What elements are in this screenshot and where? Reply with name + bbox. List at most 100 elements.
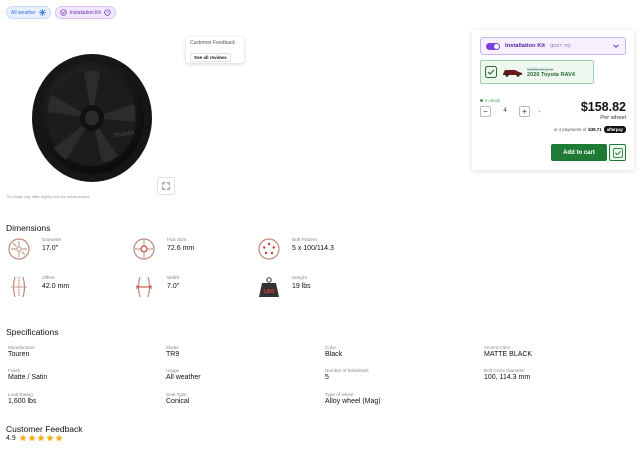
dimension-bolt-pattern: Bolt Pattern 5 x 100/114.3: [258, 238, 334, 260]
dimension-label: Hub Size: [167, 238, 187, 243]
dimension-hub-size: Hub Size 72.6 mm: [133, 238, 194, 260]
spec-load-rating: Load Rating 1,600 lbs: [8, 392, 36, 405]
dimension-label: Bolt Pattern: [292, 238, 318, 243]
hub-icon: [133, 238, 155, 260]
spec-bolt-circle-diameter: Bolt Circle Diameter 100, 114.3 mm: [484, 368, 530, 381]
dimension-label: Diameter: [42, 238, 62, 243]
spec-bolt-count: Number of Bolts/Nuts 5: [325, 368, 369, 381]
svg-text:?: ?: [106, 10, 109, 15]
expand-icon: [162, 182, 170, 190]
stock-status-label: In stock: [485, 98, 501, 103]
car-icon: [503, 70, 522, 77]
vehicle-fitment[interactable]: Will fit on your 2020 Toyota RAV4: [480, 60, 594, 84]
spec-value: 100, 114.3 mm: [484, 374, 531, 381]
spec-label: Model: [166, 345, 179, 350]
tag-all-weather[interactable]: All weather: [6, 6, 51, 19]
spec-label: Manufacturer: [8, 345, 36, 350]
kit-icon: [60, 9, 67, 16]
rating-stars[interactable]: [19, 434, 63, 442]
tag-all-weather-label: All weather: [11, 9, 36, 16]
dimension-diameter: Diameter 17.0": [8, 238, 61, 260]
dimensions-title: Dimensions: [6, 223, 51, 233]
spec-usage: Usage All weather: [166, 368, 201, 381]
spec-value: MATTE BLACK: [484, 351, 533, 358]
check-fit-icon: [485, 66, 497, 78]
dimension-value: 42.0 mm: [42, 283, 70, 290]
spec-value: Touren: [8, 351, 30, 358]
spec-value: 5: [325, 374, 329, 381]
image-disclaimer: The image may differ slightly from the a…: [6, 195, 90, 199]
price: $158.82: [580, 100, 626, 114]
spec-value: Black: [325, 351, 343, 358]
dimension-value: 7.0": [167, 283, 180, 290]
spec-color: Color Black: [325, 345, 342, 358]
customer-feedback-title: Customer Feedback: [6, 424, 83, 434]
spec-label: Finish: [8, 368, 21, 373]
spec-value: 1,600 lbs: [8, 398, 37, 405]
spec-finish: Finish Matte / Satin: [8, 368, 47, 381]
star-icon: [37, 434, 45, 442]
quantity-hint: +: [538, 108, 541, 115]
installation-kit-price: ($247.76): [549, 43, 571, 49]
star-icon: [19, 434, 27, 442]
dimension-value: 19 lbs: [292, 283, 311, 290]
product-tags: All weather Installation Kit ?: [6, 6, 116, 19]
tag-installation-kit[interactable]: Installation Kit ?: [54, 6, 116, 19]
spec-model: Model TR9: [166, 345, 179, 358]
star-icon: [55, 434, 63, 442]
wheel-image: TOUREN: [32, 54, 152, 182]
installment-amount: $39.71: [588, 127, 602, 132]
spec-accent-color: Accent Color MATTE BLACK: [484, 345, 532, 358]
spec-wheel-type: Type of wheel Alloy wheel (Mag): [325, 392, 381, 405]
purchase-panel: Installation Kit ($247.76) Will fit on y…: [472, 30, 634, 170]
wheel-icon: [8, 238, 30, 260]
installment-prefix: or 4 payments of: [553, 127, 587, 132]
rating-value: 4.9: [6, 434, 16, 442]
spec-seat-type: Seat Type Conical: [166, 392, 189, 405]
spec-label: Load Rating: [8, 392, 33, 397]
product-image[interactable]: TOUREN: [6, 28, 175, 195]
snowflake-icon: [38, 9, 46, 16]
expand-image-button[interactable]: [157, 177, 175, 195]
bolt-pattern-icon: [258, 238, 280, 260]
offset-icon: [11, 276, 27, 298]
spec-manufacturer: Manufacturer Touren: [8, 345, 35, 358]
spec-label: Seat Type: [166, 392, 187, 397]
dimension-label: Offset: [42, 276, 55, 281]
spec-label: Type of wheel: [325, 392, 354, 397]
dimension-offset: Offset 42.0 mm: [8, 276, 69, 298]
fitment-check-button[interactable]: [609, 144, 626, 161]
add-to-cart-button[interactable]: Add to cart: [551, 144, 607, 161]
spec-value: All weather: [166, 374, 201, 381]
afterpay-badge[interactable]: afterpay: [603, 126, 626, 133]
dimension-width: Width 7.0": [133, 276, 179, 298]
installation-kit-selector[interactable]: Installation Kit ($247.76): [480, 37, 626, 55]
quantity-value[interactable]: 4: [495, 106, 515, 117]
per-wheel-label: Per wheel: [600, 115, 626, 121]
dimension-label: Width: [167, 276, 180, 281]
cart-actions: Add to cart: [551, 144, 626, 161]
dimension-weight: LBS Weight 19 lbs: [258, 276, 311, 298]
chevron-down-icon: [613, 44, 619, 48]
specifications-title: Specifications: [6, 327, 59, 337]
quantity-decrease-button[interactable]: −: [480, 106, 491, 117]
quantity-stepper: − 4 + +: [480, 106, 541, 117]
quantity-increase-button[interactable]: +: [519, 106, 530, 117]
spec-value: Alloy wheel (Mag): [325, 398, 381, 405]
see-all-reviews-button[interactable]: See all reviews: [190, 53, 231, 62]
spec-value: TR9: [166, 351, 180, 358]
vehicle-name: 2020 Toyota RAV4: [527, 71, 575, 78]
stock-status: In stock: [480, 98, 500, 103]
installation-kit-toggle[interactable]: [486, 42, 500, 50]
dimension-value: 72.6 mm: [167, 245, 195, 252]
width-icon: [136, 276, 152, 298]
help-icon[interactable]: ?: [104, 9, 111, 16]
spec-label: Color: [325, 345, 336, 350]
feedback-card-title: Customer Feedback: [190, 40, 236, 46]
dimension-value: 5 x 100/114.3: [292, 245, 334, 252]
check-fit-icon: [612, 147, 623, 158]
dimension-label: Weight: [292, 276, 307, 281]
spec-value: Matte / Satin: [8, 374, 48, 381]
tag-installation-kit-label: Installation Kit: [69, 9, 101, 16]
rating-summary: 4.9: [6, 434, 63, 442]
